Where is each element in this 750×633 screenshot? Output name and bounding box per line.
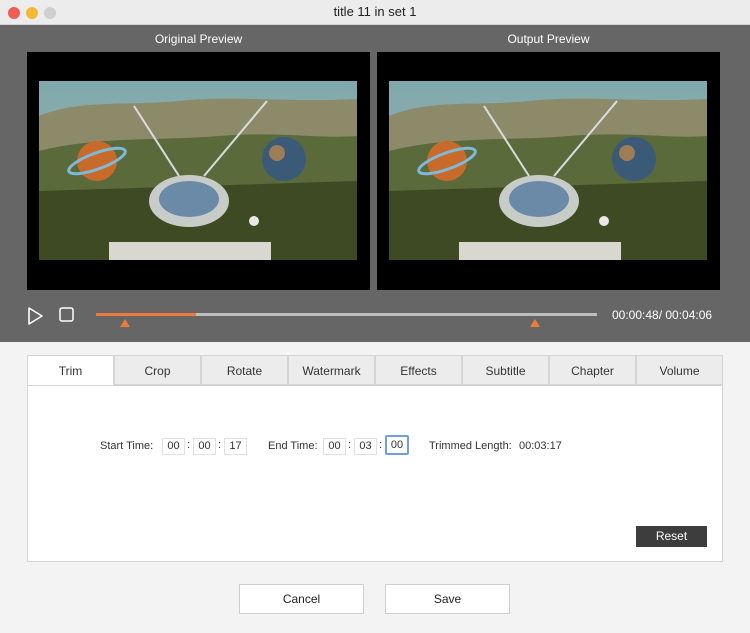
end-minutes-field[interactable]: 03 xyxy=(354,438,377,455)
time-separator: : xyxy=(218,439,222,451)
video-frame-image xyxy=(389,81,707,260)
start-time-label: Start Time: xyxy=(100,440,154,452)
playback-progress xyxy=(96,313,197,316)
video-frame xyxy=(39,81,357,260)
cancel-button[interactable]: Cancel xyxy=(239,584,364,614)
edit-tabs: Trim Crop Rotate Watermark Effects Subti… xyxy=(27,355,723,386)
trim-start-handle[interactable] xyxy=(120,319,130,327)
original-preview-video xyxy=(27,52,370,290)
window-title: title 11 in set 1 xyxy=(333,4,417,19)
end-seconds-field[interactable]: 00 xyxy=(385,435,409,455)
tab-trim[interactable]: Trim xyxy=(27,355,114,386)
tab-crop[interactable]: Crop xyxy=(114,355,201,385)
tab-rotate[interactable]: Rotate xyxy=(201,355,288,385)
title-bar: title 11 in set 1 xyxy=(0,0,750,25)
output-preview-label: Output Preview xyxy=(507,32,590,46)
playback-timeline[interactable] xyxy=(96,313,597,316)
trim-end-handle[interactable] xyxy=(530,319,540,327)
stop-icon xyxy=(59,307,74,322)
trimmed-length-label: Trimmed Length: xyxy=(429,440,512,452)
time-separator: : xyxy=(187,439,191,451)
play-icon xyxy=(28,307,43,325)
output-preview-video xyxy=(377,52,720,290)
stop-button[interactable] xyxy=(59,307,74,322)
start-seconds-field[interactable]: 17 xyxy=(224,438,247,455)
tab-subtitle[interactable]: Subtitle xyxy=(462,355,549,385)
tab-volume[interactable]: Volume xyxy=(636,355,723,385)
video-frame xyxy=(389,81,707,260)
reset-button[interactable]: Reset xyxy=(636,526,707,547)
start-hours-field[interactable]: 00 xyxy=(162,438,185,455)
video-frame-image xyxy=(39,81,357,260)
tab-watermark[interactable]: Watermark xyxy=(288,355,375,385)
play-button[interactable] xyxy=(27,306,45,326)
preview-area: Original Preview Output Preview 00:00:48… xyxy=(0,25,750,342)
start-minutes-field[interactable]: 00 xyxy=(193,438,216,455)
time-separator: : xyxy=(348,439,352,451)
save-button[interactable]: Save xyxy=(385,584,510,614)
time-separator: : xyxy=(379,439,383,451)
end-hours-field[interactable]: 00 xyxy=(323,438,346,455)
original-preview-label: Original Preview xyxy=(154,32,243,46)
trimmed-length-value: 00:03:17 xyxy=(519,440,562,452)
tab-chapter[interactable]: Chapter xyxy=(549,355,636,385)
end-time-label: End Time: xyxy=(268,440,318,452)
time-display: 00:00:48/ 00:04:06 xyxy=(612,308,713,322)
trim-panel: Start Time: 00 : 00 : 17 End Time: 00 : … xyxy=(27,385,723,562)
tab-effects[interactable]: Effects xyxy=(375,355,462,385)
